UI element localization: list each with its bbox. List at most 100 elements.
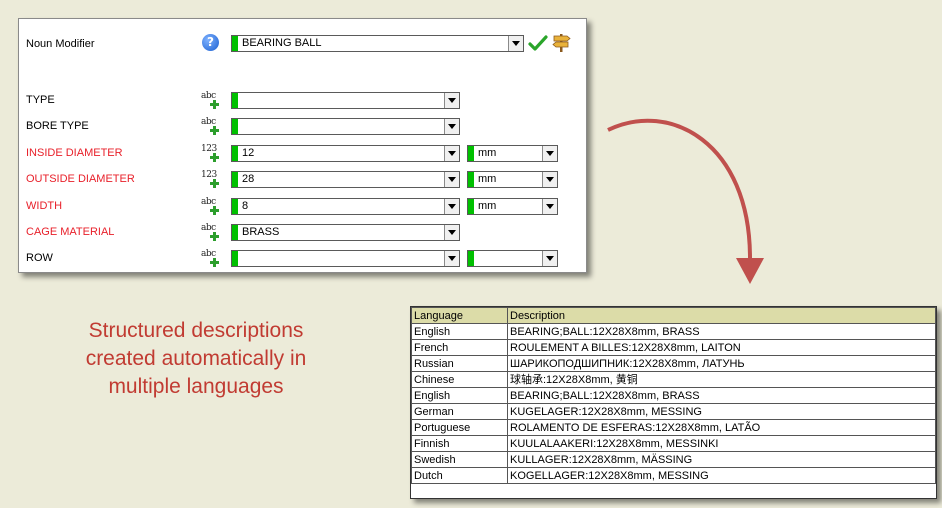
headline-text: Structured descriptions created automati… (36, 317, 356, 401)
unit-select[interactable] (467, 250, 558, 267)
column-header-description: Description (507, 307, 936, 324)
chevron-down-icon[interactable] (444, 172, 459, 187)
noun-modifier-select[interactable]: BEARING BALL (231, 35, 524, 52)
data-type-icon: 123 (201, 170, 221, 188)
chevron-down-icon[interactable] (444, 199, 459, 214)
attribute-value-select[interactable] (231, 118, 460, 135)
status-indicator (232, 36, 238, 51)
chevron-down-icon[interactable] (542, 172, 557, 187)
chevron-down-icon[interactable] (444, 146, 459, 161)
table-row: German KUGELAGER:12X28X8mm, MESSING (411, 403, 936, 420)
data-type-icon: abc (201, 197, 221, 215)
table-row: English BEARING;BALL:12X28X8mm, BRASS (411, 323, 936, 340)
attribute-value: BRASS (242, 226, 280, 238)
attribute-value-select[interactable] (231, 250, 460, 267)
attribute-label: WIDTH (26, 200, 63, 212)
attribute-value-select[interactable]: 12 (231, 145, 460, 162)
chevron-down-icon[interactable] (542, 251, 557, 266)
status-indicator (232, 251, 238, 266)
table-row: French ROULEMENT A BILLES:12X28X8mm, LAIT… (411, 339, 936, 356)
description-cell: BEARING;BALL:12X28X8mm, BRASS (507, 387, 936, 404)
language-cell: English (411, 387, 508, 404)
description-cell: BEARING;BALL:12X28X8mm, BRASS (507, 323, 936, 340)
chevron-down-icon[interactable] (542, 199, 557, 214)
headline-line-1: Structured descriptions (88, 319, 304, 342)
table-row: Finnish KUULALAAKERI:12X28X8mm, MESSINKI (411, 435, 936, 452)
attribute-label: CAGE MATERIAL (26, 226, 115, 238)
status-indicator (232, 93, 238, 108)
data-type-icon: 123 (201, 144, 221, 162)
data-type-icon: abc (201, 223, 221, 241)
status-indicator (468, 146, 474, 161)
chevron-down-icon[interactable] (444, 119, 459, 134)
language-cell: Finnish (411, 435, 508, 452)
table-row: Chinese 球轴承:12X28X8mm, 黄铜 (411, 371, 936, 388)
language-cell: English (411, 323, 508, 340)
attribute-form-panel: Noun Modifier ? BEARING BALL TYPE abc BORE… (18, 18, 587, 273)
attribute-label: TYPE (26, 94, 55, 106)
description-cell: KULLAGER:12X28X8mm, MÄSSING (507, 451, 936, 468)
attribute-value: 12 (242, 147, 255, 159)
attribute-value: 28 (242, 173, 255, 185)
status-indicator (468, 251, 474, 266)
column-header-language: Language (411, 307, 508, 324)
attribute-value-select[interactable] (231, 92, 460, 109)
attribute-value-select[interactable]: BRASS (231, 224, 460, 241)
attribute-value-select[interactable]: 8 (231, 198, 460, 215)
attribute-label: BORE TYPE (26, 120, 89, 132)
language-cell: Swedish (411, 451, 508, 468)
language-cell: Chinese (411, 371, 508, 388)
plus-icon (210, 258, 219, 267)
status-indicator (232, 146, 238, 161)
description-cell: ШАРИКОПОДШИПНИК:12X28X8mm, ЛАТУНЬ (507, 355, 936, 372)
plus-icon (210, 232, 219, 241)
status-indicator (232, 119, 238, 134)
plus-icon (210, 126, 219, 135)
chevron-down-icon[interactable] (508, 36, 523, 51)
description-cell: 球轴承:12X28X8mm, 黄铜 (507, 371, 936, 388)
language-cell: Portuguese (411, 419, 508, 436)
help-icon[interactable]: ? (202, 34, 219, 51)
unit-value: mm (478, 173, 497, 185)
plus-icon (210, 206, 219, 215)
signpost-icon[interactable] (550, 31, 572, 53)
data-type-icon: abc (201, 249, 221, 267)
status-indicator (232, 225, 238, 240)
description-cell: ROULEMENT A BILLES:12X28X8mm, LAITON (507, 339, 936, 356)
noun-modifier-label: Noun Modifier (26, 38, 95, 50)
headline-line-2: created automatically in (85, 347, 307, 370)
headline-line-3: multiple languages (108, 375, 284, 398)
status-indicator (232, 172, 238, 187)
data-type-icon: abc (201, 91, 221, 109)
status-indicator (232, 199, 238, 214)
unit-select[interactable]: mm (467, 198, 558, 215)
unit-select[interactable]: mm (467, 171, 558, 188)
table-header-row: Language Description (411, 307, 936, 324)
language-cell: French (411, 339, 508, 356)
status-indicator (468, 199, 474, 214)
unit-value: mm (478, 200, 497, 212)
checkmark-icon[interactable] (528, 34, 548, 52)
table-row: Dutch KOGELLAGER:12X28X8mm, MESSING (411, 467, 936, 484)
data-type-icon: abc (201, 117, 221, 135)
attribute-value: 8 (242, 200, 249, 212)
plus-icon (210, 100, 219, 109)
unit-select[interactable]: mm (467, 145, 558, 162)
chevron-down-icon[interactable] (542, 146, 557, 161)
description-cell: KOGELLAGER:12X28X8mm, MESSING (507, 467, 936, 484)
language-cell: Dutch (411, 467, 508, 484)
table-row: Portuguese ROLAMENTO DE ESFERAS:12X28X8mm… (411, 419, 936, 436)
flow-arrow (607, 118, 764, 284)
table-row: English BEARING;BALL:12X28X8mm, BRASS (411, 387, 936, 404)
chevron-down-icon[interactable] (444, 93, 459, 108)
language-cell: Russian (411, 355, 508, 372)
language-cell: German (411, 403, 508, 420)
chevron-down-icon[interactable] (444, 251, 459, 266)
attribute-value-select[interactable]: 28 (231, 171, 460, 188)
chevron-down-icon[interactable] (444, 225, 459, 240)
status-indicator (468, 172, 474, 187)
translations-table: Language Description English BEARING;BALL… (410, 306, 937, 499)
description-cell: KUGELAGER:12X28X8mm, MESSING (507, 403, 936, 420)
description-cell: KUULALAAKERI:12X28X8mm, MESSINKI (507, 435, 936, 452)
attribute-label: INSIDE DIAMETER (26, 147, 123, 159)
